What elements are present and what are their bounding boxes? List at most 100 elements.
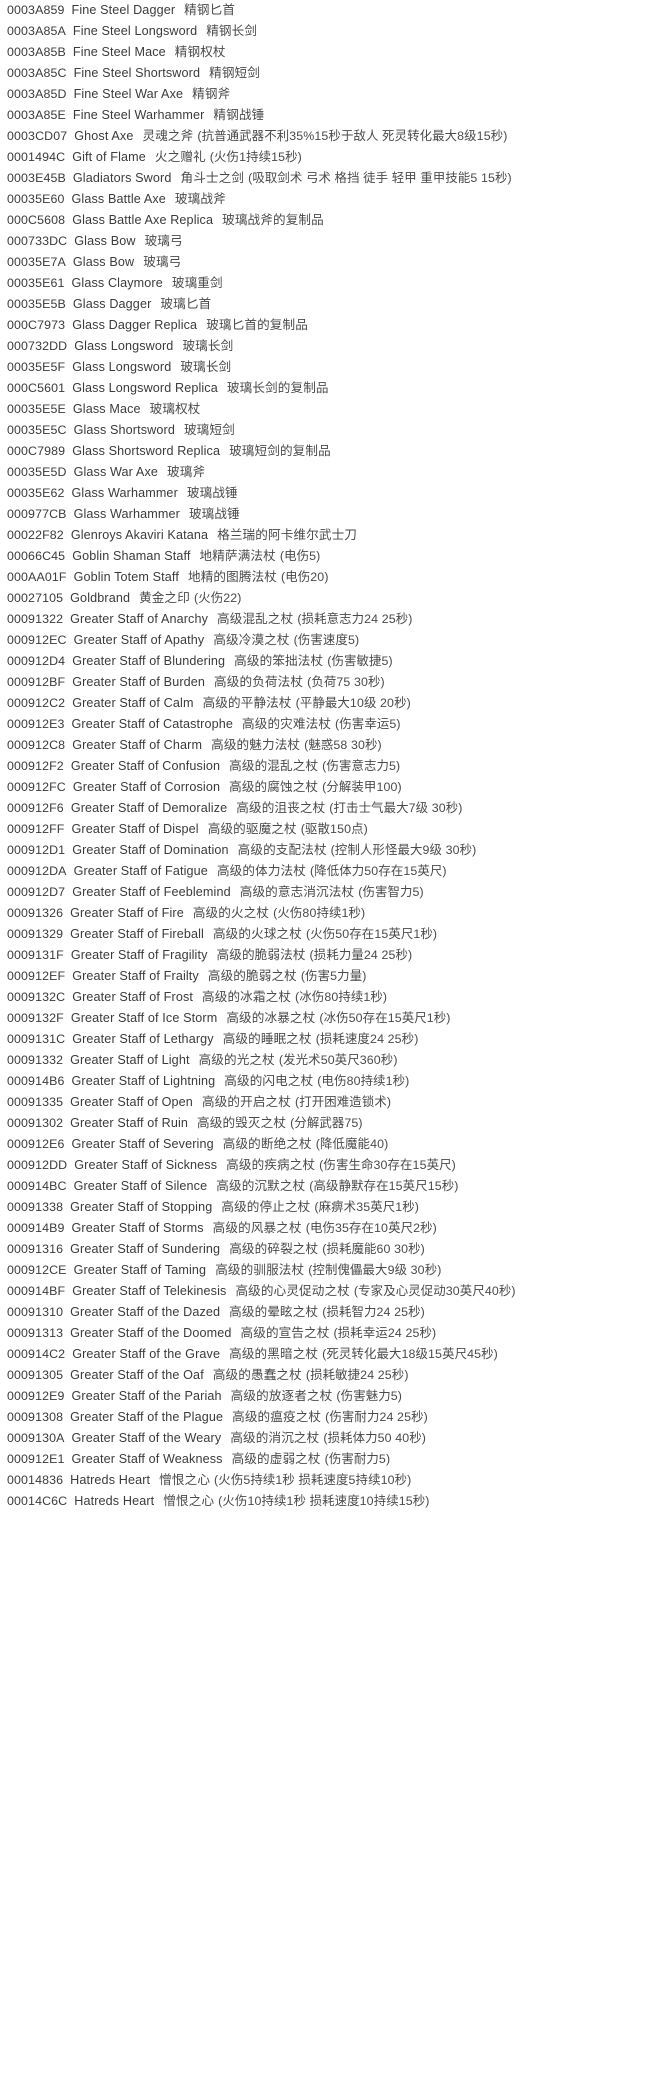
item-form-id: 00014C6C: [7, 1494, 68, 1508]
item-form-id: 000912F2: [7, 759, 64, 773]
item-row: 000912D7 Greater Staff of Feeblemind 高级的意志…: [0, 882, 666, 903]
item-english-name: Fine Steel Warhammer: [72, 108, 205, 122]
item-row: 000914BF Greater Staff of Telekinesis 高级的心…: [0, 1281, 666, 1302]
item-english-name: Glass Warhammer: [73, 507, 180, 521]
item-english-name: Ghost Axe: [74, 129, 134, 143]
item-chinese-name: 高级的开启之杖: [201, 1095, 291, 1109]
item-effect-text: (分解装甲100): [322, 780, 402, 794]
item-row: 000914BC Greater Staff of Silence 高级的沉默之杖(…: [0, 1176, 666, 1197]
item-row: 000912BF Greater Staff of Burden 高级的负荷法杖 (负…: [0, 672, 666, 693]
item-english-name: Glass Longsword: [72, 360, 172, 374]
item-row: 00091335 Greater Staff of Open 高级的开启之杖 (打开困…: [0, 1092, 666, 1113]
item-row: 0009132F Greater Staff of Ice Storm 高级的冰暴之…: [0, 1008, 666, 1029]
item-form-id: 000912D7: [7, 885, 66, 899]
item-effect-text: (火伤50存在15英尺1秒): [305, 927, 438, 941]
item-chinese-name: 高级的驱魔之杖: [207, 822, 297, 836]
item-row: 000912FC Greater Staff of Corrosion 高级的腐蚀之…: [0, 777, 666, 798]
item-row: 00091302 Greater Staff of Ruin 高级的毁灭之杖 (分解武…: [0, 1113, 666, 1134]
item-effect-text: (打开困难造锁术): [294, 1095, 392, 1109]
item-row: 00035E62 Glass Warhammer 玻璃战锤: [0, 483, 666, 504]
item-form-id: 00091338: [7, 1200, 64, 1214]
item-chinese-name: 玻璃长剑的复制品: [226, 381, 329, 395]
item-effect-text: (控制傀儡最大9级 30秒): [308, 1263, 442, 1277]
item-form-id: 00091332: [7, 1053, 64, 1067]
item-chinese-name: 憎恨之心: [159, 1473, 211, 1487]
item-chinese-name: 高级的冰霜之杖: [202, 990, 292, 1004]
item-chinese-name: 高级的闪电之杖: [224, 1074, 314, 1088]
item-list: 0003A859 Fine Steel Dagger 精钢匕首 0003A85A Fin…: [0, 0, 666, 1512]
item-form-id: 000C7989: [7, 444, 66, 458]
item-row: 00091332 Greater Staff of Light 高级的光之杖 (发光术…: [0, 1050, 666, 1071]
item-form-id: 00091329: [7, 927, 64, 941]
item-form-id: 00091308: [7, 1410, 64, 1424]
item-chinese-name: 高级的驯服法杖: [215, 1263, 305, 1277]
item-row: 0003A85E Fine Steel Warhammer 精钢战锤: [0, 105, 666, 126]
item-effect-text: (损耗意志力24 25秒): [297, 612, 413, 626]
item-chinese-name: 高级的沮丧之杖: [236, 801, 326, 815]
item-chinese-name: 高级的碎裂之杖: [229, 1242, 319, 1256]
item-english-name: Hatreds Heart: [74, 1494, 155, 1508]
item-row: 000912F2 Greater Staff of Confusion 高级的混乱之…: [0, 756, 666, 777]
item-form-id: 000914BC: [7, 1179, 67, 1193]
item-effect-text: (伤害智力5): [358, 885, 424, 899]
item-english-name: Greater Staff of Sickness: [74, 1158, 218, 1172]
item-form-id: 00022F82: [7, 528, 64, 542]
item-chinese-name: 玻璃权杖: [149, 402, 201, 416]
item-effect-text: (冰伤50存在15英尺1秒): [319, 1011, 451, 1025]
item-english-name: Greater Staff of Storms: [71, 1221, 204, 1235]
item-chinese-name: 玻璃战锤: [188, 507, 240, 521]
item-row: 00091329 Greater Staff of Fireball 高级的火球之杖…: [0, 924, 666, 945]
item-chinese-name: 高级的意志消沉法杖: [239, 885, 355, 899]
item-row: 00091326 Greater Staff of Fire 高级的火之杖 (火伤80…: [0, 903, 666, 924]
item-row: 000914B6 Greater Staff of Lightning 高级的闪电之…: [0, 1071, 666, 1092]
item-english-name: Greater Staff of the Oaf: [70, 1368, 204, 1382]
item-effect-text: (专家及心灵促动30英尺40秒): [353, 1284, 516, 1298]
item-form-id: 00035E62: [7, 486, 65, 500]
item-form-id: 000912EC: [7, 633, 67, 647]
item-chinese-name: 高级的宣告之杖: [240, 1326, 330, 1340]
item-row: 00022F82 Glenroys Akaviri Katana 格兰瑞的阿卡维尔武…: [0, 525, 666, 546]
item-english-name: Glass Claymore: [71, 276, 163, 290]
item-form-id: 0003E45B: [7, 171, 66, 185]
item-form-id: 0009130A: [7, 1431, 65, 1445]
item-row: 0003A85B Fine Steel Mace 精钢权杖: [0, 42, 666, 63]
item-form-id: 0003A859: [7, 3, 65, 17]
item-row: 00035E5E Glass Mace 玻璃权杖: [0, 399, 666, 420]
item-chinese-name: 高级的负荷法杖: [214, 675, 304, 689]
item-row: 0009132C Greater Staff of Frost 高级的冰霜之杖 (冰伤…: [0, 987, 666, 1008]
item-english-name: Glass Mace: [72, 402, 141, 416]
item-chinese-name: 地精的图腾法杖: [187, 570, 277, 584]
item-chinese-name: 高级的疾病之杖: [226, 1158, 316, 1172]
item-row: 000733DC Glass Bow 玻璃弓: [0, 231, 666, 252]
item-english-name: Greater Staff of Blundering: [72, 654, 226, 668]
item-row: 00091310 Greater Staff of the Dazed 高级的晕眩之…: [0, 1302, 666, 1323]
item-form-id: 0003A85B: [7, 45, 66, 59]
item-form-id: 000912DD: [7, 1158, 68, 1172]
item-english-name: Fine Steel Shortsword: [73, 66, 201, 80]
item-english-name: Greater Staff of Lethargy: [72, 1032, 214, 1046]
item-chinese-name: 玻璃短剑的复制品: [229, 444, 331, 458]
item-form-id: 000914C2: [7, 1347, 66, 1361]
item-row: 0009130A Greater Staff of the Weary 高级的消沉之…: [0, 1428, 666, 1449]
item-form-id: 0003A85D: [7, 87, 67, 101]
item-form-id: 0001494C: [7, 150, 66, 164]
item-english-name: Greater Staff of Open: [70, 1095, 193, 1109]
item-form-id: 000912E6: [7, 1137, 65, 1151]
item-english-name: Greater Staff of Lightning: [71, 1074, 216, 1088]
item-effect-text: (负荷75 30秒): [307, 675, 385, 689]
item-chinese-name: 高级的毁灭之杖: [197, 1116, 287, 1130]
item-row: 000912D1 Greater Staff of Domination 高级的支配…: [0, 840, 666, 861]
item-chinese-name: 高级的睡眠之杖: [222, 1032, 312, 1046]
item-form-id: 00035E60: [7, 192, 65, 206]
item-effect-text: (伤害生命30存在15英尺): [319, 1158, 456, 1172]
item-row: 000C7989 Glass Shortsword Replica 玻璃短剑的复制品: [0, 441, 666, 462]
item-form-id: 00035E5E: [7, 402, 66, 416]
item-english-name: Glass Longsword: [74, 339, 174, 353]
item-effect-text: (电伤35存在10英尺2秒): [305, 1221, 437, 1235]
item-english-name: Greater Staff of Ice Storm: [70, 1011, 218, 1025]
item-row: 000912CE Greater Staff of Taming 高级的驯服法杖 (控…: [0, 1260, 666, 1281]
item-form-id: 000912EF: [7, 969, 66, 983]
item-form-id: 00091310: [7, 1305, 64, 1319]
item-english-name: Greater Staff of the Pariah: [71, 1389, 222, 1403]
item-row: 000912E6 Greater Staff of Severing 高级的断绝之杖…: [0, 1134, 666, 1155]
